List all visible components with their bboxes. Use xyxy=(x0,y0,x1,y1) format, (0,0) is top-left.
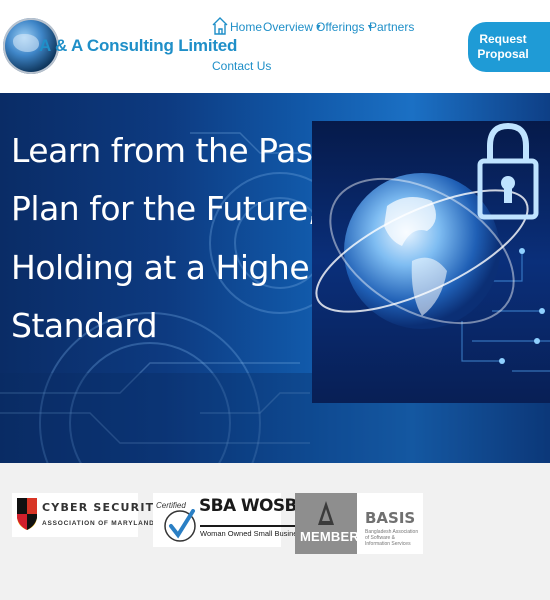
hero-line-3: Holding at a Higher xyxy=(11,248,323,287)
nav-offerings-label: Offerings xyxy=(316,20,365,34)
nav-home[interactable]: Home xyxy=(230,20,262,34)
checkmark-icon xyxy=(164,509,196,542)
request-proposal-button[interactable]: Request Proposal xyxy=(468,22,550,72)
hero-line-2: Plan for the Future, xyxy=(11,189,318,228)
member-label: MEMBER xyxy=(300,529,359,544)
basis-member-logo[interactable]: MEMBER BASIS Bangladesh Association of S… xyxy=(295,493,423,554)
globe-lock-image xyxy=(312,121,550,403)
csam-logo[interactable]: CYBER SECURITY ASSOCIATION OF MARYLAND, … xyxy=(12,493,175,537)
nav-overview-label: Overview xyxy=(263,20,314,34)
site-header: A & A Consulting Limited Home Overview ▼ … xyxy=(0,0,550,93)
sba-wosb-logo[interactable]: Certified SBA WOSB Woman Owned Small Bus… xyxy=(153,493,305,547)
cta-label-line1: Request xyxy=(479,32,527,46)
home-icon[interactable] xyxy=(212,16,228,36)
nav-overview[interactable]: Overview ▼ xyxy=(263,20,322,34)
hero-line-1: Learn from the Past, xyxy=(11,131,335,170)
partner-logos-strip: CYBER SECURITY ASSOCIATION OF MARYLAND, … xyxy=(0,463,550,600)
basis-triangle-icon xyxy=(318,501,334,525)
nav-partners[interactable]: Partners xyxy=(369,20,414,34)
hero-banner: Learn from the Past, Plan for the Future… xyxy=(0,93,550,463)
basis-member-panel: MEMBER xyxy=(295,493,359,554)
sba-subtitle: Woman Owned Small Business xyxy=(200,525,305,538)
maryland-flag-icon xyxy=(17,498,37,530)
sba-title: SBA WOSB xyxy=(199,496,297,516)
basis-title: BASIS xyxy=(365,509,416,527)
nav-contact[interactable]: Contact Us xyxy=(212,59,271,73)
csam-title: CYBER SECURITY xyxy=(42,501,164,514)
nav-offerings[interactable]: Offerings ▼ xyxy=(316,20,373,34)
cta-label-line2: Proposal xyxy=(477,47,529,61)
basis-subtitle: Bangladesh Association of Software & Inf… xyxy=(365,529,419,547)
brand-name[interactable]: A & A Consulting Limited xyxy=(39,36,237,56)
hero-line-4: Standard xyxy=(11,306,158,345)
